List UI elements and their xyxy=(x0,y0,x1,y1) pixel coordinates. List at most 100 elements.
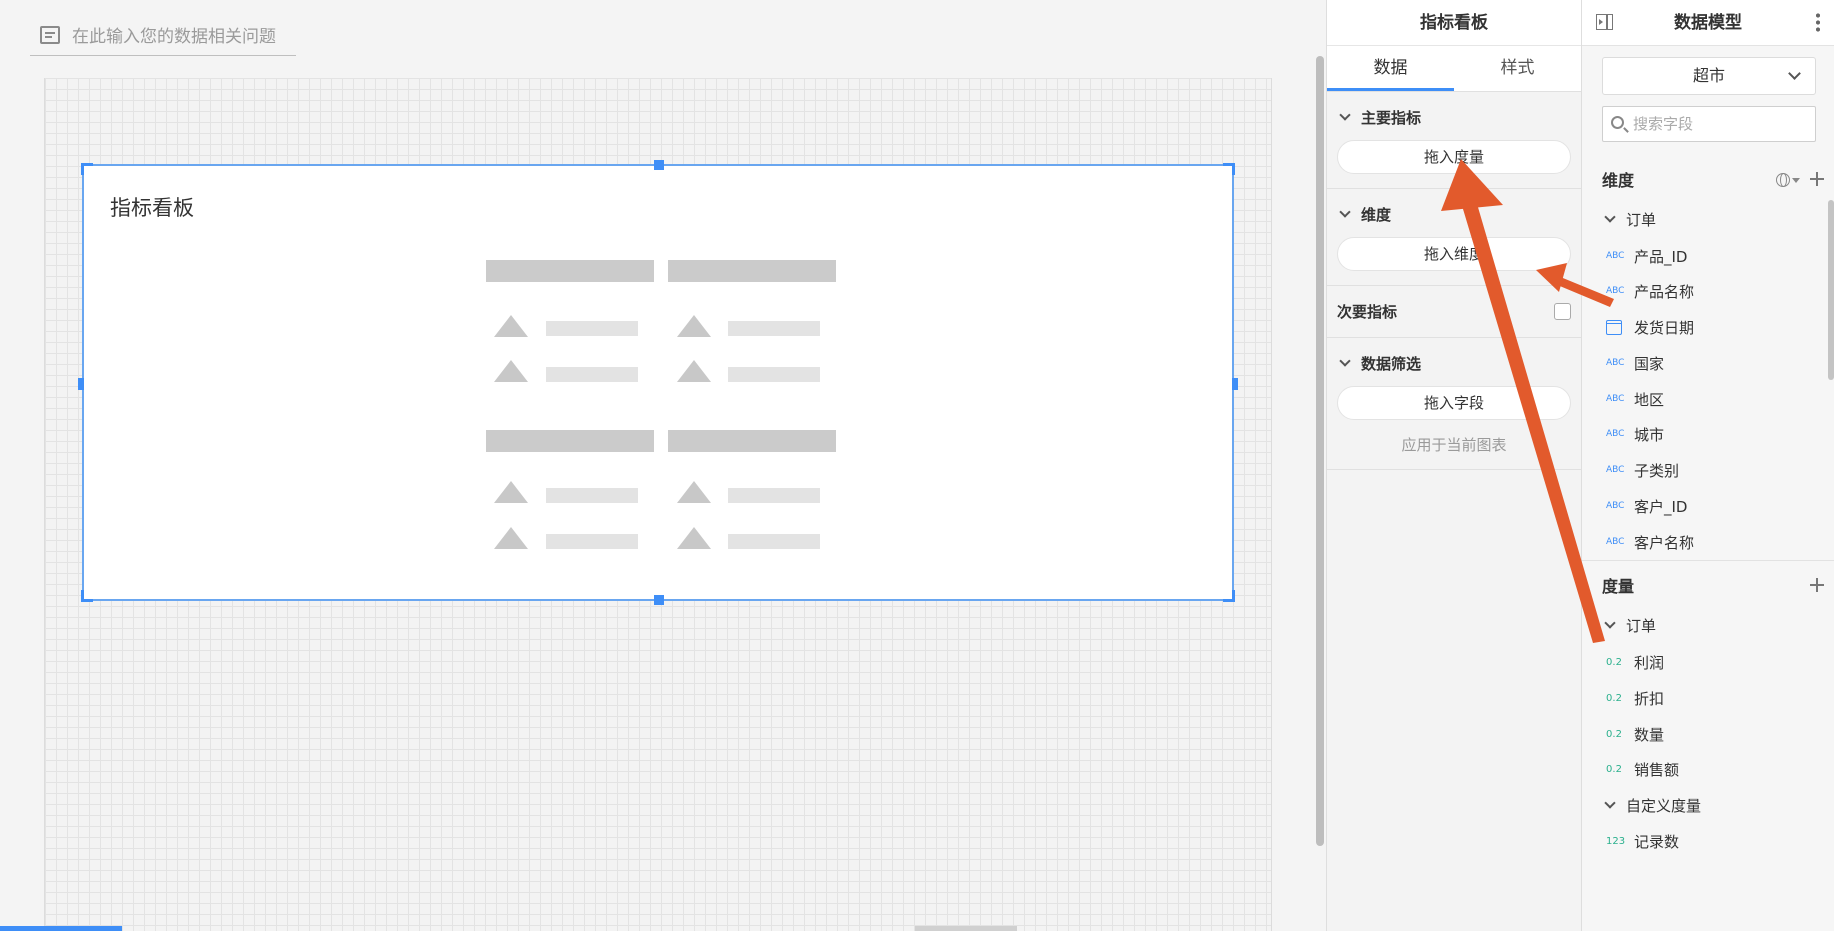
dimension-header[interactable]: 维度 xyxy=(1337,203,1571,225)
placeholder-triangle xyxy=(677,315,711,337)
text-type-icon: ABC xyxy=(1606,537,1625,547)
canvas-horizontal-scrollbar[interactable] xyxy=(915,926,1017,931)
secondary-metric-section: 次要指标 xyxy=(1327,286,1581,338)
secondary-metric-checkbox[interactable] xyxy=(1554,303,1571,320)
globe-icon xyxy=(1776,173,1790,187)
field-item[interactable]: 0.2 数量 xyxy=(1606,723,1664,745)
config-panel-title: 指标看板 xyxy=(1327,0,1581,46)
chevron-down-icon xyxy=(1604,797,1616,809)
field-item[interactable]: ABC 产品_ID xyxy=(1606,245,1687,267)
resize-corner-tr[interactable] xyxy=(1223,163,1235,175)
more-options-icon[interactable] xyxy=(1816,12,1820,32)
chevron-down-icon xyxy=(1339,109,1351,121)
dimension-list-scrollbar[interactable] xyxy=(1828,200,1834,380)
dimension-folder-orders[interactable]: 订单 xyxy=(1602,208,1656,230)
tab-style[interactable]: 样式 xyxy=(1454,46,1581,91)
main-metric-section: 主要指标 拖入度量 xyxy=(1327,92,1581,189)
measure-folder-custom[interactable]: 自定义度量 xyxy=(1602,794,1701,816)
chevron-down-icon xyxy=(1339,206,1351,218)
resize-handle-bottom[interactable] xyxy=(654,595,664,605)
drop-measure-zone[interactable]: 拖入度量 xyxy=(1337,140,1571,174)
measures-group-header: 度量 xyxy=(1602,573,1824,597)
placeholder-triangle xyxy=(677,481,711,503)
field-item[interactable]: ABC 产品名称 xyxy=(1606,280,1694,302)
number-type-icon: 0.2 xyxy=(1606,728,1622,740)
placeholder-line xyxy=(728,321,820,336)
field-name: 城市 xyxy=(1634,425,1665,444)
placeholder-line xyxy=(728,534,820,549)
dataset-select[interactable]: 超市 xyxy=(1602,57,1816,95)
add-measure-icon[interactable] xyxy=(1810,578,1824,592)
field-name: 客户名称 xyxy=(1634,533,1695,552)
field-item[interactable]: 0.2 利润 xyxy=(1606,651,1664,673)
widget-config-panel: 指标看板 数据 样式 主要指标 拖入度量 维度 拖入维度 次要指标 数据筛选 拖… xyxy=(1326,0,1582,931)
text-type-icon: ABC xyxy=(1606,394,1625,404)
data-filter-section: 数据筛选 拖入字段 应用于当前图表 xyxy=(1327,338,1581,470)
field-item[interactable]: ABC 城市 xyxy=(1606,423,1664,445)
metric-board-widget[interactable]: 指标看板 xyxy=(78,160,1238,605)
resize-handle-top[interactable] xyxy=(654,160,664,170)
drop-field-zone[interactable]: 拖入字段 xyxy=(1337,386,1571,420)
field-item[interactable]: ABC 地区 xyxy=(1606,388,1664,410)
data-model-header: 数据模型 xyxy=(1582,0,1834,46)
resize-corner-br[interactable] xyxy=(1223,590,1235,602)
ask-question-input[interactable]: 在此输入您的数据相关问题 xyxy=(30,14,296,56)
text-type-icon: ABC xyxy=(1606,358,1625,368)
main-metric-header[interactable]: 主要指标 xyxy=(1337,106,1571,128)
text-type-icon: ABC xyxy=(1606,465,1625,475)
field-item[interactable]: 123 记录数 xyxy=(1606,830,1679,852)
placeholder-line xyxy=(546,488,638,503)
field-item[interactable]: ABC 客户_ID xyxy=(1606,495,1687,517)
placeholder-line xyxy=(546,534,638,549)
field-name: 产品_ID xyxy=(1634,247,1688,266)
placeholder-triangle xyxy=(494,360,528,382)
dimension-label: 维度 xyxy=(1361,205,1392,224)
data-filter-header[interactable]: 数据筛选 xyxy=(1337,352,1571,374)
placeholder-bar xyxy=(668,260,836,282)
field-search-input[interactable]: 搜索字段 xyxy=(1602,106,1816,142)
placeholder-triangle xyxy=(494,481,528,503)
folder-label: 订单 xyxy=(1626,210,1657,229)
measure-folder-orders[interactable]: 订单 xyxy=(1602,614,1656,636)
field-item[interactable]: 0.2 销售额 xyxy=(1606,758,1679,780)
field-name: 利润 xyxy=(1634,653,1665,672)
search-placeholder: 搜索字段 xyxy=(1633,115,1694,133)
chat-icon xyxy=(40,25,60,44)
number-type-icon: 123 xyxy=(1606,835,1626,847)
text-type-icon: ABC xyxy=(1606,251,1625,261)
data-filter-label: 数据筛选 xyxy=(1361,354,1422,373)
add-dimension-icon[interactable] xyxy=(1810,172,1824,186)
field-item[interactable]: 发货日期 xyxy=(1606,316,1694,338)
resize-handle-right[interactable] xyxy=(1232,378,1238,390)
data-model-title: 数据模型 xyxy=(1674,13,1742,33)
caret-down-icon xyxy=(1792,177,1800,183)
placeholder-line xyxy=(728,488,820,503)
resize-handle-left[interactable] xyxy=(78,378,84,390)
canvas-vertical-scrollbar[interactable] xyxy=(1316,56,1324,846)
canvas-progress-bar xyxy=(0,926,122,931)
field-item[interactable]: ABC 国家 xyxy=(1606,352,1664,374)
placeholder-triangle xyxy=(494,527,528,549)
config-tabs: 数据 样式 xyxy=(1327,46,1581,92)
field-name: 销售额 xyxy=(1634,760,1680,779)
field-name: 子类别 xyxy=(1634,461,1680,480)
tab-data[interactable]: 数据 xyxy=(1327,46,1454,91)
field-name: 产品名称 xyxy=(1634,282,1695,301)
folder-label: 自定义度量 xyxy=(1626,796,1702,815)
globe-dropdown[interactable] xyxy=(1776,170,1800,189)
text-type-icon: ABC xyxy=(1606,429,1625,439)
resize-corner-tl[interactable] xyxy=(81,163,93,175)
apply-to-current-chart[interactable]: 应用于当前图表 xyxy=(1337,434,1571,455)
field-item[interactable]: 0.2 折扣 xyxy=(1606,687,1664,709)
field-item[interactable]: ABC 子类别 xyxy=(1606,459,1679,481)
panel-divider xyxy=(1582,560,1834,561)
field-name: 国家 xyxy=(1634,354,1665,373)
placeholder-line xyxy=(546,367,638,382)
number-type-icon: 0.2 xyxy=(1606,656,1622,668)
field-name: 发货日期 xyxy=(1634,318,1695,337)
field-item[interactable]: ABC 客户名称 xyxy=(1606,531,1694,553)
dataset-selected-value: 超市 xyxy=(1692,66,1725,85)
placeholder-bar xyxy=(486,430,654,452)
resize-corner-bl[interactable] xyxy=(81,590,93,602)
drop-dimension-zone[interactable]: 拖入维度 xyxy=(1337,237,1571,271)
